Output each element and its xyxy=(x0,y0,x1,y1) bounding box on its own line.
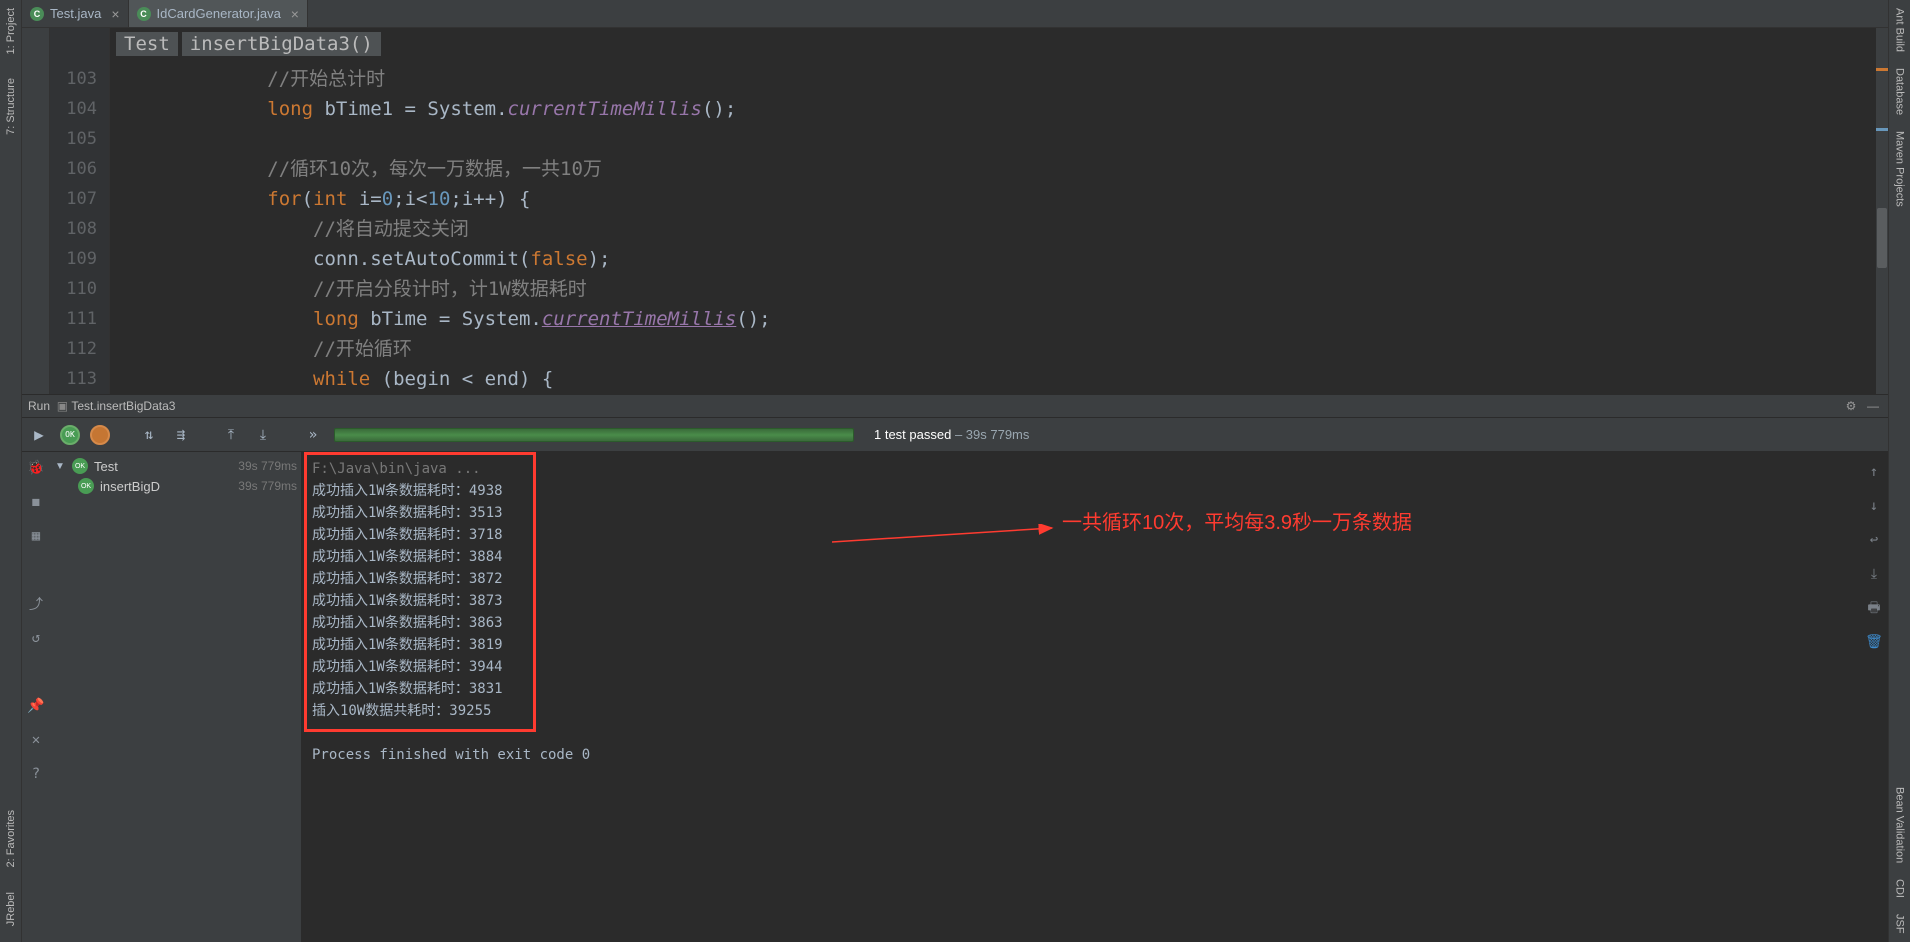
scrollbar-thumb[interactable] xyxy=(1877,208,1887,268)
more-icon[interactable]: » xyxy=(302,424,324,446)
close-icon[interactable]: × xyxy=(291,6,299,22)
collapse-icon[interactable]: ⤒ xyxy=(220,424,242,446)
tool-cdi[interactable]: CDI xyxy=(1894,871,1906,906)
console-line: 成功插入1W条数据耗时：3831 xyxy=(312,678,1888,700)
console-output[interactable]: F:\Java\bin\java ... 成功插入1W条数据耗时：4938 成功… xyxy=(302,452,1888,942)
expand-icon[interactable]: ⤓ xyxy=(252,424,274,446)
test-summary: 1 test passed – 39s 779ms xyxy=(874,427,1029,442)
test-pass-icon: OK xyxy=(72,458,88,474)
stop-icon[interactable]: ◼ xyxy=(26,492,46,512)
layout-icon[interactable]: ▦ xyxy=(26,526,46,546)
close-button[interactable]: ✕ xyxy=(26,730,46,750)
console-exit-line: Process finished with exit code 0 xyxy=(312,744,1888,766)
breadcrumb-method[interactable]: insertBigData3() xyxy=(182,32,381,56)
trash-icon[interactable]: 🗑 xyxy=(1864,632,1884,652)
history-icon[interactable]: ↺ xyxy=(26,628,46,648)
tree-node-time: 39s 779ms xyxy=(238,479,297,493)
expand-arrow-icon[interactable]: ▼ xyxy=(54,461,66,472)
tab-idcardgenerator-java[interactable]: C IdCardGenerator.java × xyxy=(129,0,308,27)
tests-toggle-icon[interactable] xyxy=(90,425,110,445)
tab-label: IdCardGenerator.java xyxy=(157,6,281,21)
console-line: F:\Java\bin\java ... xyxy=(312,458,1888,480)
tree-node-label: Test xyxy=(94,459,232,474)
left-tool-strip: 1: Project 7: Structure 2: Favorites JRe… xyxy=(0,0,22,942)
tree-root[interactable]: ▼ OK Test 39s 779ms xyxy=(50,456,301,476)
tool-maven[interactable]: Maven Projects xyxy=(1894,123,1906,215)
breadcrumb: Test insertBigData3() xyxy=(116,32,381,56)
help-icon[interactable]: ? xyxy=(26,764,46,784)
console-line: 插入10W数据共耗时：39255 xyxy=(312,700,1888,722)
run-tool-header: Run ▣ Test.insertBigData3 ⚙ ― xyxy=(22,394,1888,418)
console-action-strip: ↑ ↓ ↩ ⤓ 🖶 🗑 xyxy=(1864,462,1884,652)
console-line: 成功插入1W条数据耗时：3863 xyxy=(312,612,1888,634)
up-icon[interactable]: ↑ xyxy=(1864,462,1884,482)
class-icon: C xyxy=(137,7,151,21)
gear-icon[interactable]: ⚙ xyxy=(1842,397,1860,415)
annotation-arrow xyxy=(832,524,1062,544)
filter-icon[interactable]: ⇶ xyxy=(170,424,192,446)
editor-tabs-bar: C Test.java × C IdCardGenerator.java × xyxy=(22,0,1888,28)
test-pass-icon: OK xyxy=(78,478,94,494)
class-icon: C xyxy=(30,7,44,21)
run-title: Run ▣ Test.insertBigData3 xyxy=(28,399,175,413)
editor: 103104105 106107108 109110111 112113 Tes… xyxy=(22,28,1888,394)
tab-label: Test.java xyxy=(50,6,101,21)
scrollbar-marker xyxy=(1876,128,1888,131)
console-line: 成功插入1W条数据耗时：3872 xyxy=(312,568,1888,590)
right-tool-strip: Ant Build Database Maven Projects Bean V… xyxy=(1888,0,1910,942)
line-gutter: 103104105 106107108 109110111 112113 xyxy=(50,28,110,394)
test-progress xyxy=(334,428,854,442)
console-line: 成功插入1W条数据耗时：3884 xyxy=(312,546,1888,568)
debug-icon[interactable]: 🐞 xyxy=(26,458,46,478)
run-action-strip: 🐞 ◼ ▦ ⤴ ↺ 📌 ✕ ? xyxy=(22,452,50,942)
tool-jsf[interactable]: JSF xyxy=(1894,906,1906,942)
tool-favorites[interactable]: 2: Favorites xyxy=(5,802,17,875)
editor-left-margin xyxy=(22,28,50,394)
tree-test-node[interactable]: OK insertBigD 39s 779ms xyxy=(50,476,301,496)
editor-scrollbar[interactable] xyxy=(1876,28,1888,394)
tool-project[interactable]: 1: Project xyxy=(5,0,17,62)
tool-ant[interactable]: Ant Build xyxy=(1894,0,1906,60)
tab-test-java[interactable]: C Test.java × xyxy=(22,0,129,27)
scroll-end-icon[interactable]: ⤓ xyxy=(1864,564,1884,584)
soft-wrap-icon[interactable]: ↩ xyxy=(1864,530,1884,550)
console-line: 成功插入1W条数据耗时：4938 xyxy=(312,480,1888,502)
print-icon[interactable]: 🖶 xyxy=(1864,598,1884,618)
code-area[interactable]: Test insertBigData3() //开始总计时 long bTime… xyxy=(110,28,1888,394)
sort-icon[interactable]: ⇅ xyxy=(138,424,160,446)
tool-structure[interactable]: 7: Structure xyxy=(5,70,17,143)
console-line: 成功插入1W条数据耗时：3944 xyxy=(312,656,1888,678)
tool-bean[interactable]: Bean Validation xyxy=(1894,779,1906,871)
tool-database[interactable]: Database xyxy=(1894,60,1906,123)
run-button[interactable]: ▶ xyxy=(28,424,50,446)
down-icon[interactable]: ↓ xyxy=(1864,496,1884,516)
tests-ok-icon[interactable]: OK xyxy=(60,425,80,445)
test-tree: ▼ OK Test 39s 779ms OK insertBigD 39s 77… xyxy=(50,452,302,942)
close-icon[interactable]: × xyxy=(111,6,119,22)
main-area: C Test.java × C IdCardGenerator.java × 1… xyxy=(22,0,1888,942)
annotation-text: 一共循环10次，平均每3.9秒一万条数据 xyxy=(1062,512,1412,534)
run-body: 🐞 ◼ ▦ ⤴ ↺ 📌 ✕ ? ▼ OK Test 39s 779ms OK i… xyxy=(22,452,1888,942)
run-toolbar: ▶ OK ⇅ ⇶ ⤒ ⤓ » 1 test passed – 39s 779ms xyxy=(22,418,1888,452)
breadcrumb-class[interactable]: Test xyxy=(116,32,178,56)
console-line: 成功插入1W条数据耗时：3819 xyxy=(312,634,1888,656)
console-line: 成功插入1W条数据耗时：3873 xyxy=(312,590,1888,612)
export-icon[interactable]: ⤴ xyxy=(26,594,46,614)
minimize-icon[interactable]: ― xyxy=(1864,397,1882,415)
pin-icon[interactable]: 📌 xyxy=(26,696,46,716)
tree-node-label: insertBigD xyxy=(100,479,232,494)
tree-node-time: 39s 779ms xyxy=(238,459,297,473)
tool-jrebel[interactable]: JRebel xyxy=(5,884,17,934)
scrollbar-marker xyxy=(1876,68,1888,71)
